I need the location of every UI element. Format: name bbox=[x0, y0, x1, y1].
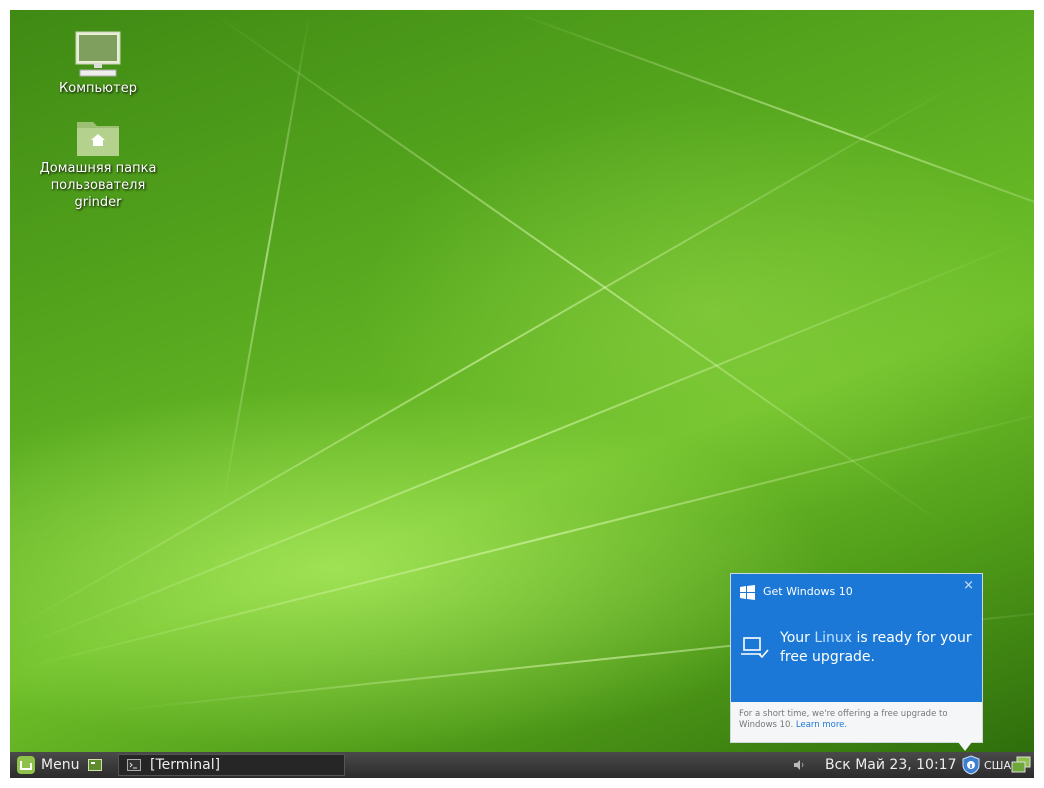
laptop-check-icon bbox=[741, 637, 769, 659]
taskbar: Menu [Terminal] Вск Май 23, 10:17 США bbox=[10, 752, 1034, 778]
terminal-icon bbox=[127, 759, 141, 771]
menu-button[interactable]: Menu bbox=[16, 752, 79, 778]
window-button-terminal[interactable]: [Terminal] bbox=[118, 754, 345, 776]
desktop-icon-computer[interactable]: Компьютер bbox=[38, 30, 158, 97]
desktop-icon-label: Компьютер bbox=[59, 81, 137, 96]
close-icon[interactable]: × bbox=[963, 578, 974, 593]
keyboard-layout[interactable]: США bbox=[984, 752, 1011, 778]
popup-headline: Your Linux is ready for your free upgrad… bbox=[780, 630, 972, 665]
popup-tail bbox=[958, 742, 972, 751]
volume-icon bbox=[794, 760, 804, 770]
network-icon bbox=[1011, 756, 1031, 773]
mint-logo-icon bbox=[17, 756, 35, 774]
computer-icon bbox=[75, 31, 121, 77]
window-label: [Terminal] bbox=[150, 757, 221, 773]
clock[interactable]: Вск Май 23, 10:17 bbox=[825, 752, 956, 778]
menu-label: Menu bbox=[41, 757, 80, 773]
show-desktop-button[interactable] bbox=[88, 752, 102, 778]
update-manager-button[interactable] bbox=[962, 752, 980, 778]
volume-button[interactable] bbox=[792, 752, 806, 778]
network-button[interactable] bbox=[1011, 752, 1031, 778]
linux-word: Linux bbox=[814, 630, 853, 646]
popup-header: Get Windows 10 × Your Linux is ready for… bbox=[731, 574, 982, 702]
show-desktop-icon bbox=[88, 759, 102, 771]
desktop-icon-label: Домашняя папка пользователя grinder bbox=[39, 161, 157, 210]
popup-body: For a short time, we're offering a free … bbox=[739, 709, 948, 730]
windows-logo-icon bbox=[740, 585, 755, 600]
wallpaper-streak bbox=[222, 10, 311, 504]
home-folder-icon bbox=[77, 122, 119, 156]
learn-more-link[interactable]: Learn more. bbox=[796, 720, 847, 730]
shield-info-icon bbox=[962, 755, 980, 775]
get-windows-10-popup[interactable]: Get Windows 10 × Your Linux is ready for… bbox=[730, 573, 983, 743]
wallpaper-streak bbox=[509, 10, 1034, 252]
popup-title: Get Windows 10 bbox=[763, 585, 853, 598]
desktop-icon-home-folder[interactable]: Домашняя папка пользователя grinder bbox=[38, 116, 158, 211]
